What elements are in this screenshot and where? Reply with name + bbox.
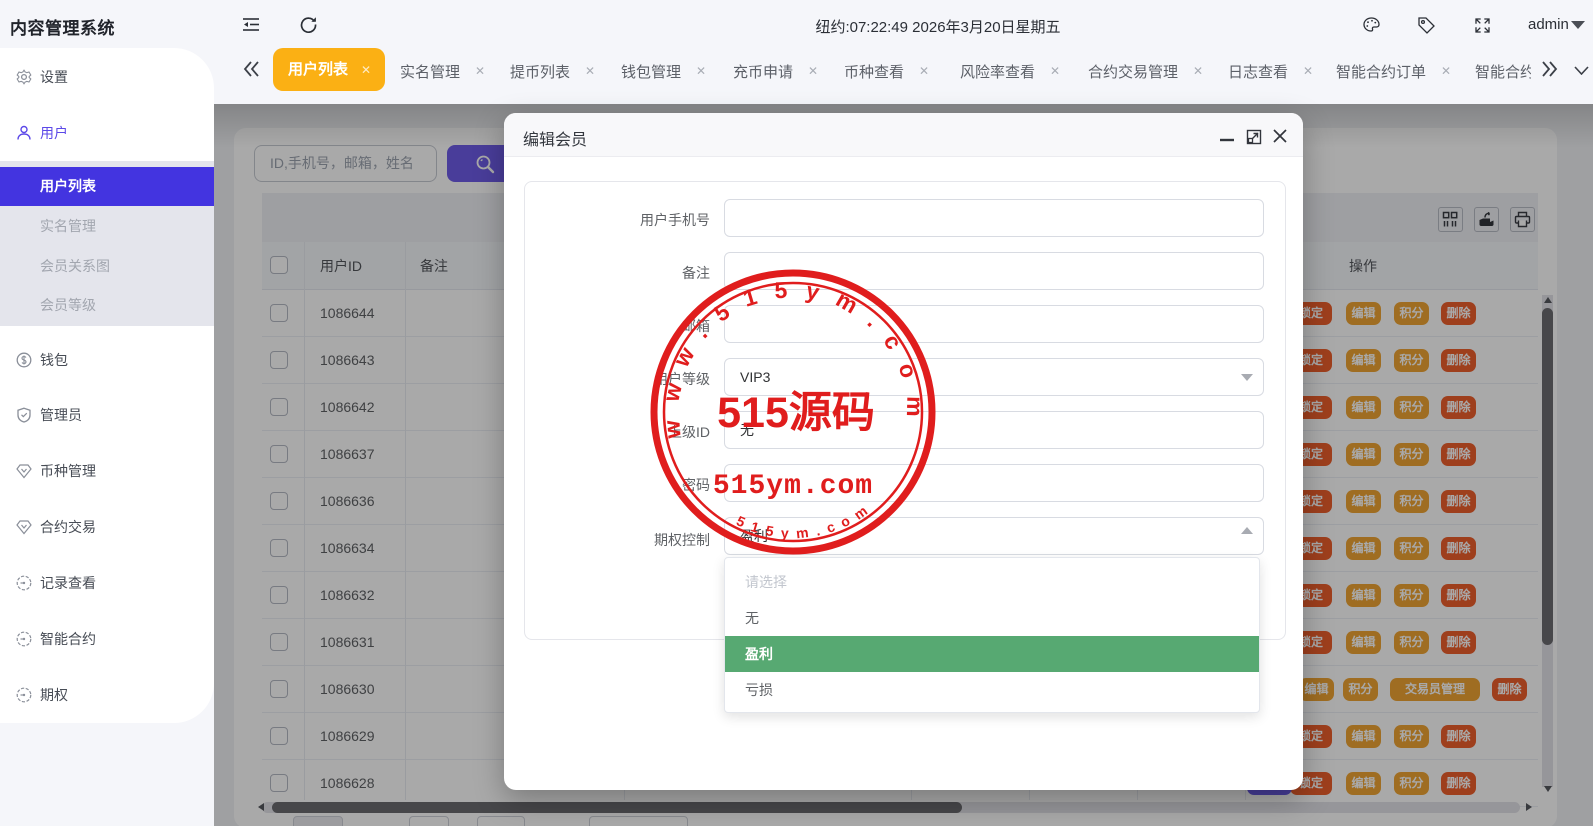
svg-text:515源码: 515源码 <box>717 389 875 437</box>
svg-text:515ym.com: 515ym.com <box>713 471 873 502</box>
